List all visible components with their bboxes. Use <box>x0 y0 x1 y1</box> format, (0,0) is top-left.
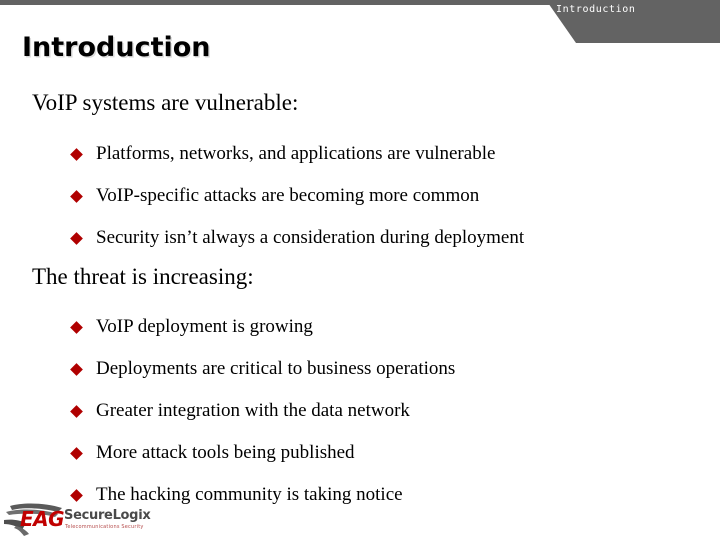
diamond-bullet-icon <box>70 405 83 418</box>
list-item: The hacking community is taking notice <box>70 484 720 506</box>
list-item-label: VoIP deployment is growing <box>96 316 313 337</box>
content-section: The threat is increasing: VoIP deploymen… <box>0 262 720 506</box>
logo-wordmark: SecureLogix <box>64 508 151 523</box>
logo: EAG SecureLogix Telecommunications Secur… <box>2 500 151 538</box>
diamond-bullet-icon <box>70 447 83 460</box>
list-item: VoIP-specific attacks are becoming more … <box>70 185 720 207</box>
diamond-bullet-icon <box>70 190 83 203</box>
logo-tagline: Telecommunications Security <box>65 524 144 530</box>
list-item-label: Platforms, networks, and applications ar… <box>96 143 496 164</box>
list-item: Greater integration with the data networ… <box>70 400 720 422</box>
list-item: More attack tools being published <box>70 442 720 464</box>
list-item-label: VoIP-specific attacks are becoming more … <box>96 185 480 206</box>
list-item-label: Security isn’t always a consideration du… <box>96 227 525 248</box>
list-item-label: Greater integration with the data networ… <box>96 400 410 421</box>
list-item: VoIP deployment is growing <box>70 316 720 338</box>
bullet-list: Platforms, networks, and applications ar… <box>0 143 720 249</box>
section-heading: The threat is increasing: <box>32 264 254 289</box>
list-item-label: More attack tools being published <box>96 442 355 463</box>
list-item-label: Deployments are critical to business ope… <box>96 358 456 379</box>
list-item: Deployments are critical to business ope… <box>70 358 720 380</box>
list-item: Platforms, networks, and applications ar… <box>70 143 720 165</box>
bullet-list: VoIP deployment is growing Deployments a… <box>0 316 720 506</box>
logo-mark: EAG <box>20 507 65 531</box>
diamond-bullet-icon <box>70 232 83 245</box>
diamond-bullet-icon <box>70 363 83 376</box>
diamond-bullet-icon <box>70 148 83 161</box>
slide-body: VoIP systems are vulnerable: Platforms, … <box>0 0 720 540</box>
section-heading: VoIP systems are vulnerable: <box>32 90 299 115</box>
content-section: VoIP systems are vulnerable: Platforms, … <box>0 88 720 249</box>
list-item: Security isn’t always a consideration du… <box>70 227 720 249</box>
diamond-bullet-icon <box>70 321 83 334</box>
